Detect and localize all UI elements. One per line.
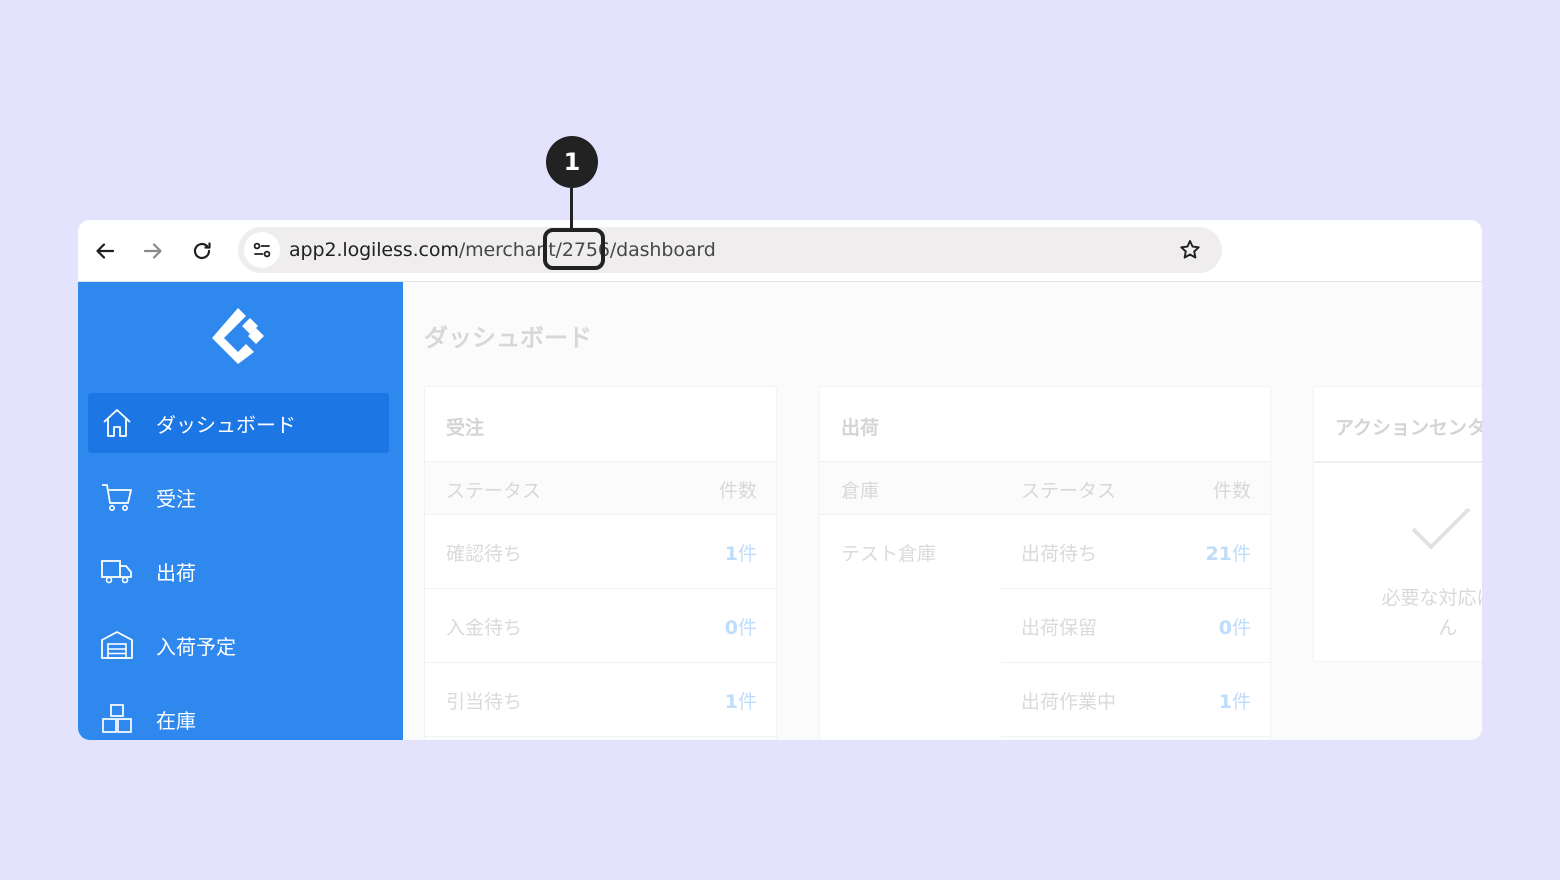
table-row[interactable]: 出荷待ち 21件 — [1001, 515, 1270, 589]
back-button[interactable] — [90, 236, 120, 266]
table-row[interactable]: 確認待ち 1件 — [425, 515, 776, 589]
count-unit: 件 — [1231, 543, 1251, 565]
url-path-end: /dashboard — [609, 239, 716, 261]
boxes-icon — [102, 704, 132, 733]
annotation-badge: 1 — [546, 136, 598, 188]
annotation-highlight-box — [543, 228, 605, 270]
table-row[interactable]: 入金待ち 0件 — [425, 589, 776, 663]
card-title: 出荷 — [841, 417, 880, 439]
count-value: 0 — [1218, 617, 1232, 639]
empty-state-line: 必要な対応はあ — [1381, 587, 1482, 609]
sidebar-item-arrivals[interactable]: 入荷予定 — [88, 615, 389, 675]
empty-state-message: 必要な対応はあ ん — [1328, 583, 1482, 643]
address-bar[interactable]: app2.logiless.com/merchant/2756/dashboar… — [238, 227, 1222, 273]
status-cell: 入金待ち — [446, 617, 523, 639]
count-unit: 件 — [737, 543, 757, 565]
column-header-status: ステータス — [446, 480, 542, 502]
tune-icon — [253, 242, 271, 258]
status-cell: 引当待ち — [446, 691, 523, 713]
count-value: 1 — [724, 691, 738, 713]
cart-icon — [102, 484, 132, 511]
sidebar-item-label: 入荷予定 — [156, 634, 236, 659]
browser-toolbar: app2.logiless.com/merchant/2756/dashboar… — [78, 220, 1482, 282]
orders-card: 受注 ステータス 件数 確認待ち 1件 入金待ち 0件 引当待ち 1件 — [424, 386, 777, 740]
url-host: app2.logiless.com — [289, 239, 459, 261]
logiless-logo-icon — [212, 308, 264, 364]
count-value: 0 — [724, 617, 738, 639]
table-header: 倉庫 ステータス 件数 — [820, 461, 1270, 515]
url-text[interactable]: app2.logiless.com/merchant/2756/dashboar… — [289, 239, 716, 261]
sidebar-item-shipping[interactable]: 出荷 — [88, 541, 389, 601]
action-center-card: アクションセンタ 必要な対応はあ ん — [1313, 386, 1482, 662]
warehouse-cell: テスト倉庫 — [841, 543, 937, 565]
main-content: ダッシュボード 受注 ステータス 件数 確認待ち 1件 入金待ち 0件 引当待ち… — [403, 282, 1482, 740]
sidebar: ダッシュボード 受注 出荷 入荷予定 在庫 — [78, 282, 403, 740]
forward-button[interactable] — [138, 236, 168, 266]
status-cell: 出荷保留 — [1021, 617, 1098, 639]
count-value: 1 — [724, 543, 738, 565]
count-value: 21 — [1205, 543, 1232, 565]
arrow-left-icon — [96, 243, 115, 259]
table-row[interactable]: 引当待ち 1件 — [425, 663, 776, 737]
annotation-leader-line — [570, 188, 573, 230]
count-unit: 件 — [1231, 691, 1251, 713]
status-cell: 確認待ち — [446, 543, 523, 565]
sidebar-item-orders[interactable]: 受注 — [88, 467, 389, 527]
star-icon — [1180, 240, 1200, 259]
sidebar-item-label: 出荷 — [156, 560, 196, 585]
reload-icon — [193, 242, 211, 260]
sidebar-item-label: 受注 — [156, 486, 196, 511]
status-cell: 出荷待ち — [1021, 543, 1098, 565]
count-unit: 件 — [1231, 617, 1251, 639]
sidebar-item-label: 在庫 — [156, 708, 196, 733]
sidebar-item-label: ダッシュボード — [156, 412, 296, 437]
count-unit: 件 — [737, 617, 757, 639]
column-header-warehouse: 倉庫 — [841, 480, 880, 502]
reload-button[interactable] — [187, 236, 217, 266]
sidebar-item-inventory[interactable]: 在庫 — [88, 689, 389, 740]
home-icon — [103, 409, 131, 437]
card-title: アクションセンタ — [1335, 417, 1482, 439]
count-link[interactable]: 1件 — [725, 539, 757, 566]
card-title: 受注 — [446, 417, 485, 439]
page-title: ダッシュボード — [424, 324, 592, 352]
sidebar-item-dashboard[interactable]: ダッシュボード — [88, 393, 389, 453]
column-header-count: 件数 — [1212, 480, 1251, 502]
count-link[interactable]: 1件 — [725, 687, 757, 714]
table-header: ステータス 件数 — [425, 461, 776, 515]
column-header-count: 件数 — [718, 480, 757, 502]
count-value: 1 — [1218, 691, 1232, 713]
count-link[interactable]: 1件 — [1219, 687, 1251, 714]
site-info-button[interactable] — [244, 232, 280, 268]
count-unit: 件 — [737, 691, 757, 713]
browser-window: app2.logiless.com/merchant/2756/dashboar… — [78, 220, 1482, 740]
count-link[interactable]: 0件 — [1219, 613, 1251, 640]
count-link[interactable]: 21件 — [1206, 539, 1251, 566]
card-divider — [1314, 461, 1482, 463]
bookmark-button[interactable] — [1178, 238, 1202, 262]
check-icon — [1411, 507, 1471, 549]
table-row[interactable]: 出荷作業中 1件 — [1001, 663, 1270, 737]
table-row[interactable]: 出荷保留 0件 — [1001, 589, 1270, 663]
status-cell: 出荷作業中 — [1021, 691, 1117, 713]
truck-icon — [101, 560, 132, 584]
count-link[interactable]: 0件 — [725, 613, 757, 640]
empty-state-line: ん — [1438, 617, 1458, 639]
arrow-right-icon — [143, 243, 162, 259]
shipping-card: 出荷 倉庫 ステータス 件数 テスト倉庫 出荷待ち 21件 出荷保留 0件 出荷… — [819, 386, 1271, 740]
warehouse-icon — [101, 631, 133, 659]
column-header-status: ステータス — [1021, 480, 1117, 502]
